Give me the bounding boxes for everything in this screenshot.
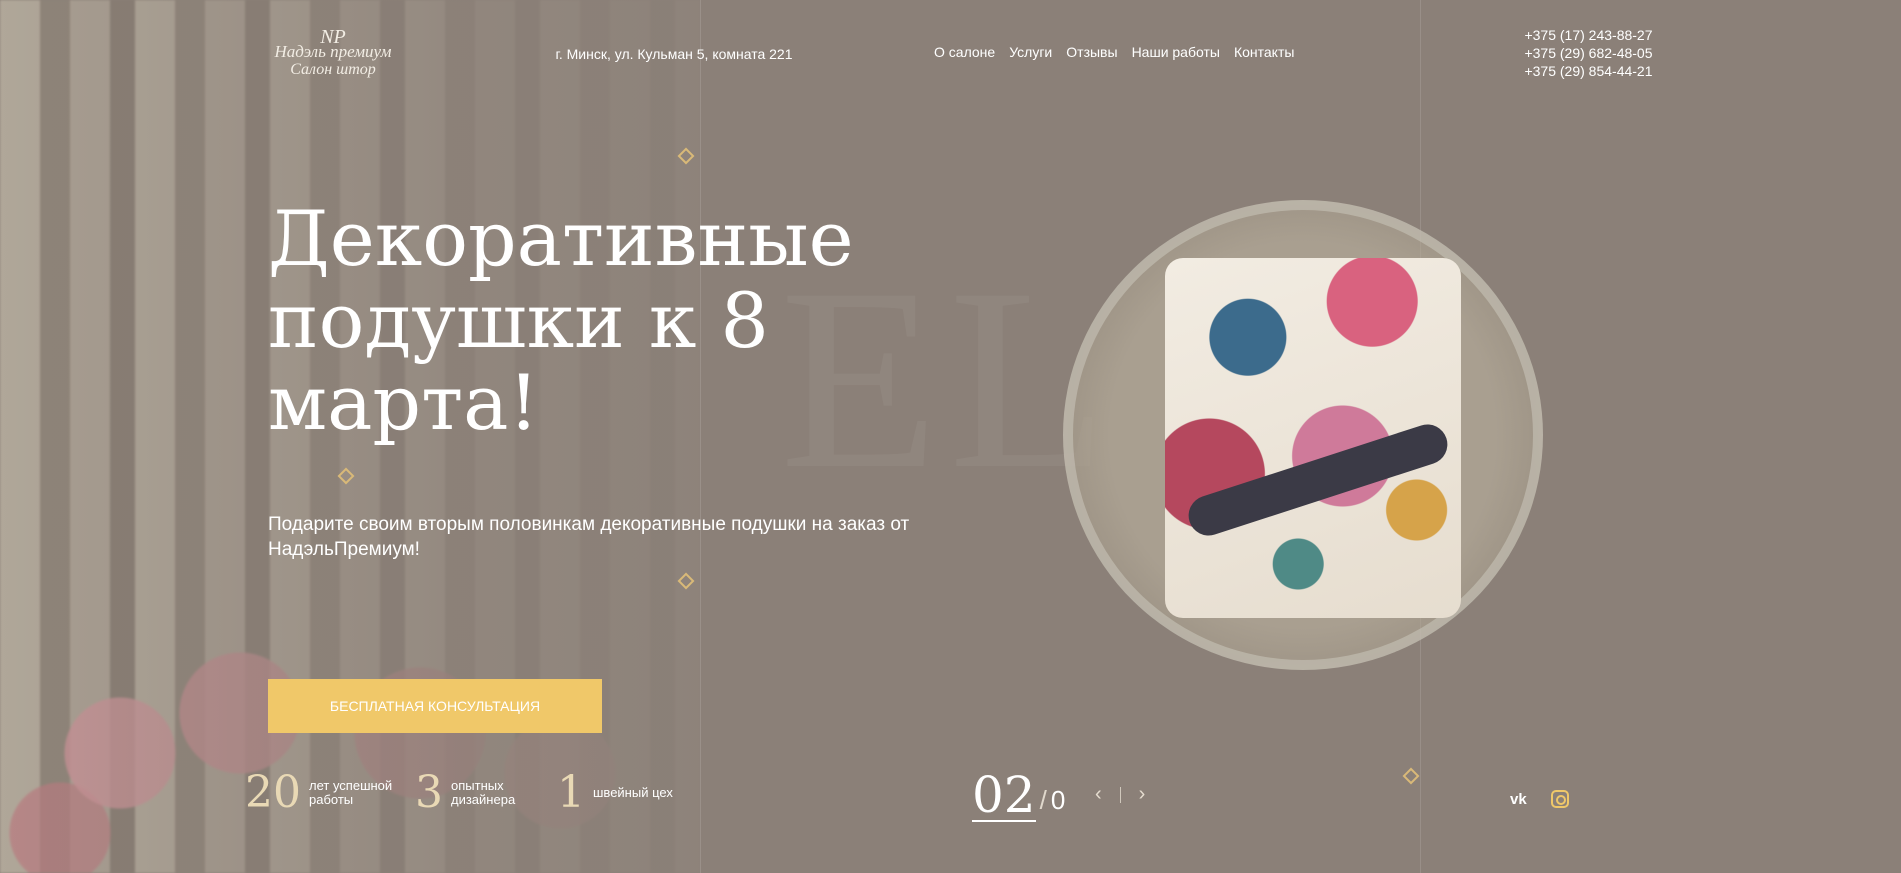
phone-list: +375 (17) 243-88-27 +375 (29) 682-48-05 … [1506, 26, 1671, 80]
nav-contacts[interactable]: Контакты [1234, 44, 1294, 60]
nav-services[interactable]: Услуги [1009, 44, 1052, 60]
vk-icon[interactable]: vk [1510, 791, 1527, 808]
chevron-left-icon[interactable]: ‹ [1095, 783, 1102, 806]
stat-label: опытных дизайнера [451, 778, 516, 807]
stat-number: 20 [245, 767, 301, 818]
logo-monogram: NP [320, 26, 346, 48]
free-consultation-button[interactable]: БЕСПЛАТНАЯ КОНСУЛЬТАЦИЯ [268, 679, 602, 733]
slide-separator: / [1039, 785, 1047, 815]
phone-1[interactable]: +375 (17) 243-88-27 [1506, 26, 1671, 44]
stat-number: 3 [415, 767, 443, 818]
nav-reviews[interactable]: Отзывы [1066, 44, 1117, 60]
slider-arrows: ‹ › [1095, 783, 1145, 806]
social-links: vk [1510, 790, 1569, 808]
stat-number: 1 [557, 767, 585, 818]
hero-subtitle: Подарите своим вторым половинкам декорат… [268, 514, 910, 560]
hero-product-image [1063, 200, 1543, 670]
slide-counter: 02 / 0 [972, 770, 1065, 822]
logo-line1: Надэль премиум [274, 42, 392, 61]
hero-title: Декоративные подушки к 8 марта! [268, 194, 854, 447]
phone-2[interactable]: +375 (29) 682-48-05 [1506, 44, 1671, 62]
nav-about[interactable]: О салоне [934, 44, 995, 60]
stat-designers: 3 опытных дизайнера [415, 771, 541, 815]
phone-3[interactable]: +375 (29) 854-44-21 [1506, 62, 1671, 80]
logo-line2: Салон штор [290, 61, 376, 78]
logo[interactable]: NP Надэль премиум Салон штор [236, 27, 430, 86]
arrow-divider [1119, 786, 1121, 803]
slide-total: 0 [1050, 785, 1066, 815]
main-nav: О салоне Услуги Отзывы Наши работы Конта… [934, 44, 1294, 60]
slide-current: 02 [972, 766, 1036, 824]
stat-label: лет успешной работы [309, 778, 393, 807]
chevron-right-icon[interactable]: › [1139, 783, 1146, 806]
site-header: NP Надэль премиум Салон штор г. Минск, у… [16, 18, 1806, 93]
instagram-icon[interactable] [1550, 790, 1569, 808]
stat-label: швейный цех [593, 785, 673, 800]
stats-bar: 20 лет успешной работы 3 опытных дизайне… [245, 771, 683, 815]
stat-workshop: 1 швейный цех [557, 771, 683, 815]
nav-works[interactable]: Наши работы [1132, 44, 1220, 60]
address: г. Минск, ул. Кульман 5, комната 221 [555, 46, 793, 62]
stat-years: 20 лет успешной работы [245, 771, 399, 815]
